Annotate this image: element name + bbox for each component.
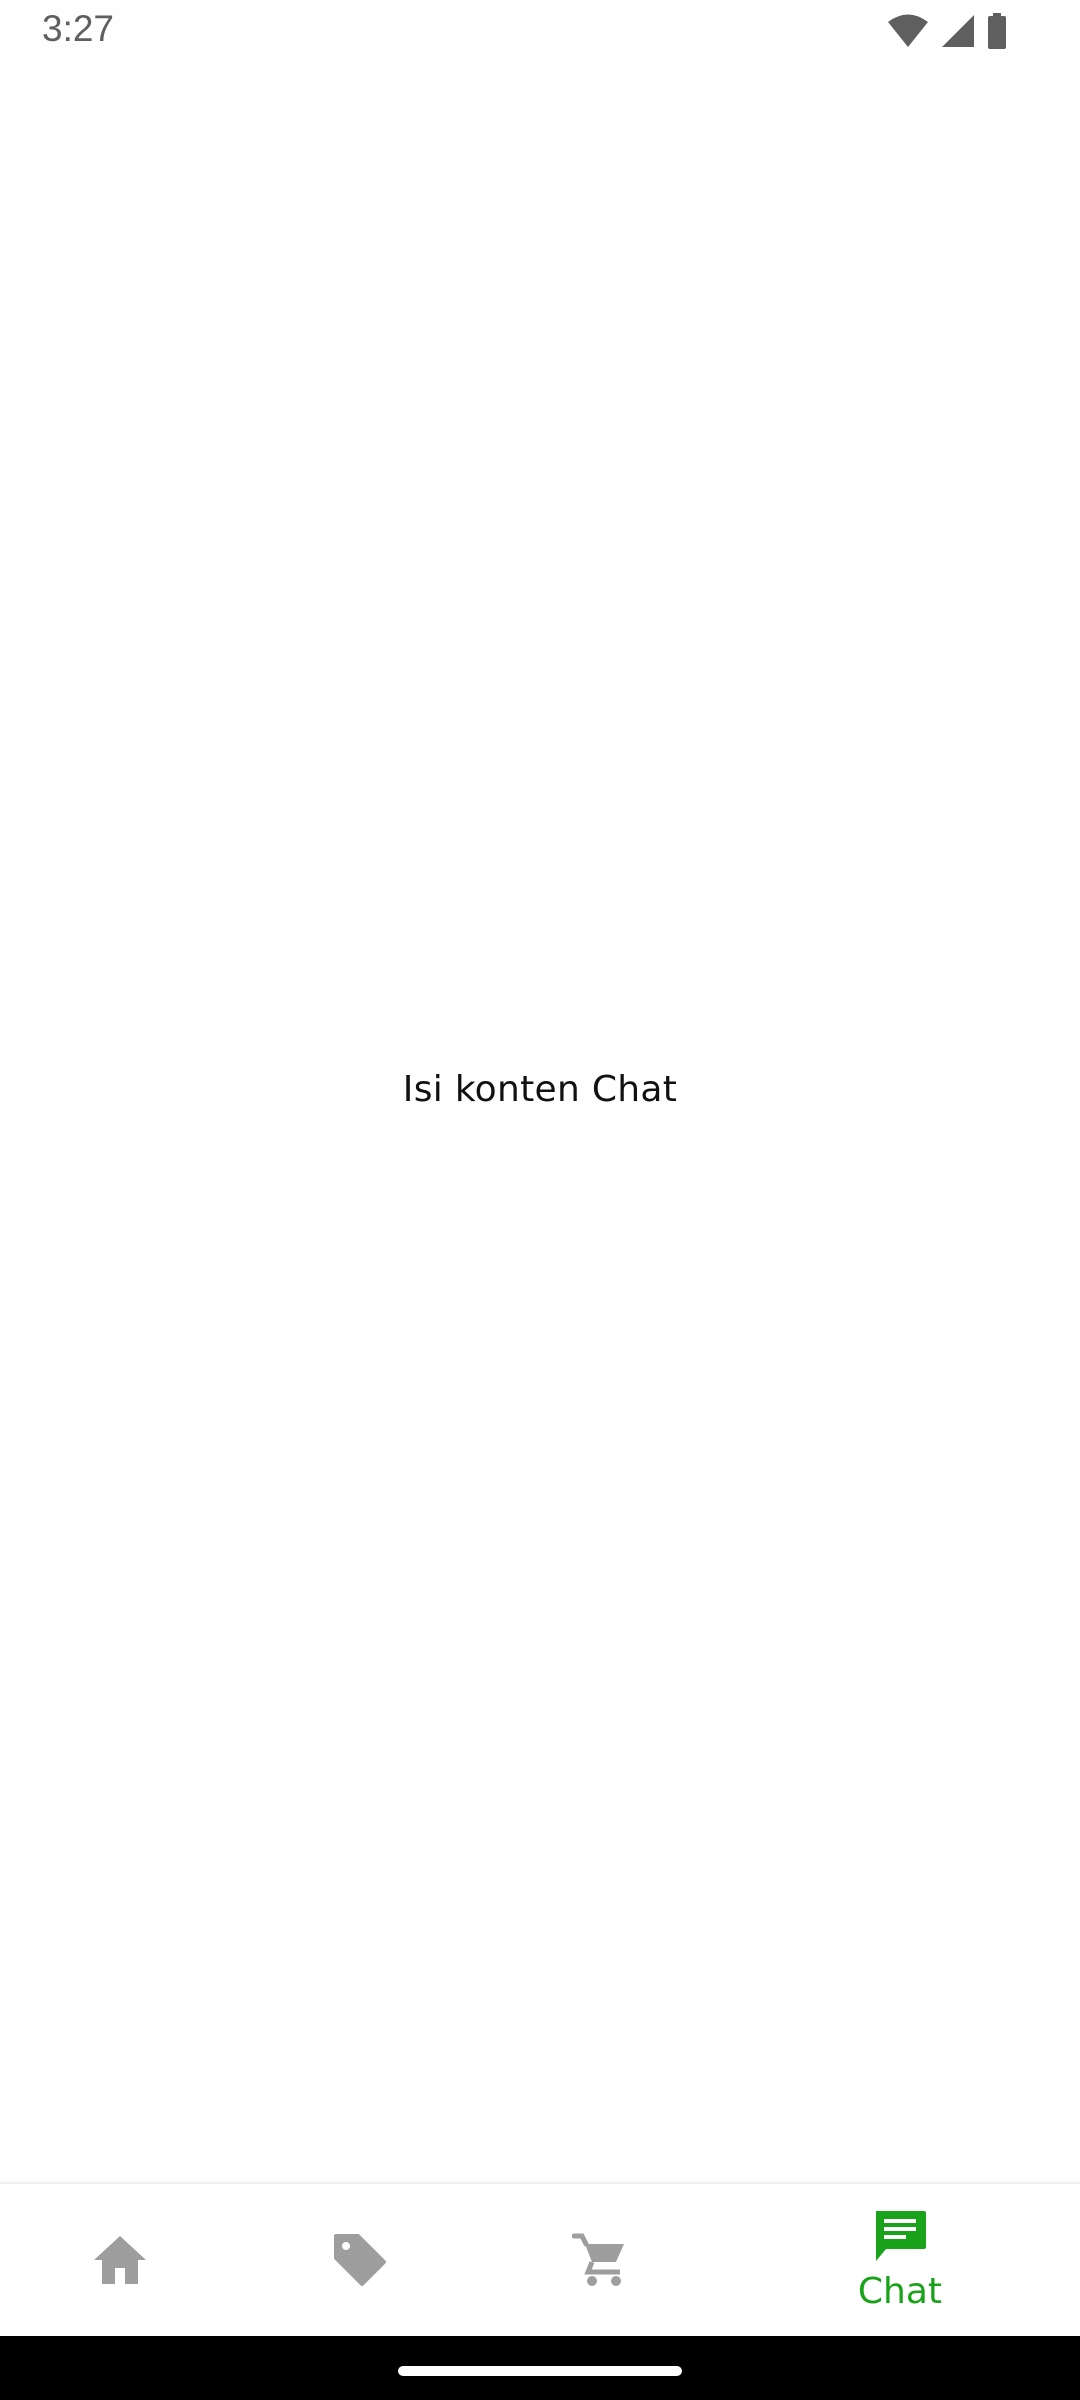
- system-gesture-bar: [0, 2336, 1080, 2400]
- tag-icon: [332, 2232, 388, 2288]
- nav-item-tag[interactable]: [240, 2184, 480, 2336]
- main-content: Isi konten Chat: [0, 62, 1080, 2182]
- battery-icon: [986, 13, 1008, 49]
- nav-item-chat[interactable]: Chat: [780, 2184, 1020, 2336]
- status-bar: 3:27: [0, 0, 1080, 62]
- status-icons: [886, 12, 1008, 50]
- wifi-icon: [886, 13, 930, 49]
- status-time: 3:27: [42, 8, 115, 49]
- chat-icon: [872, 2209, 928, 2265]
- home-gesture-handle[interactable]: [398, 2366, 682, 2376]
- bottom-navigation: Chat: [0, 2182, 1080, 2336]
- cart-icon: [572, 2232, 628, 2288]
- cellular-signal-icon: [940, 13, 976, 49]
- screen: 3:27 Isi konten Chat Chat: [0, 0, 1080, 2400]
- nav-item-cart[interactable]: [480, 2184, 720, 2336]
- nav-label-chat: Chat: [857, 2270, 943, 2312]
- home-icon: [92, 2234, 148, 2286]
- content-text: Isi konten Chat: [402, 1069, 678, 1110]
- nav-item-home[interactable]: [0, 2184, 240, 2336]
